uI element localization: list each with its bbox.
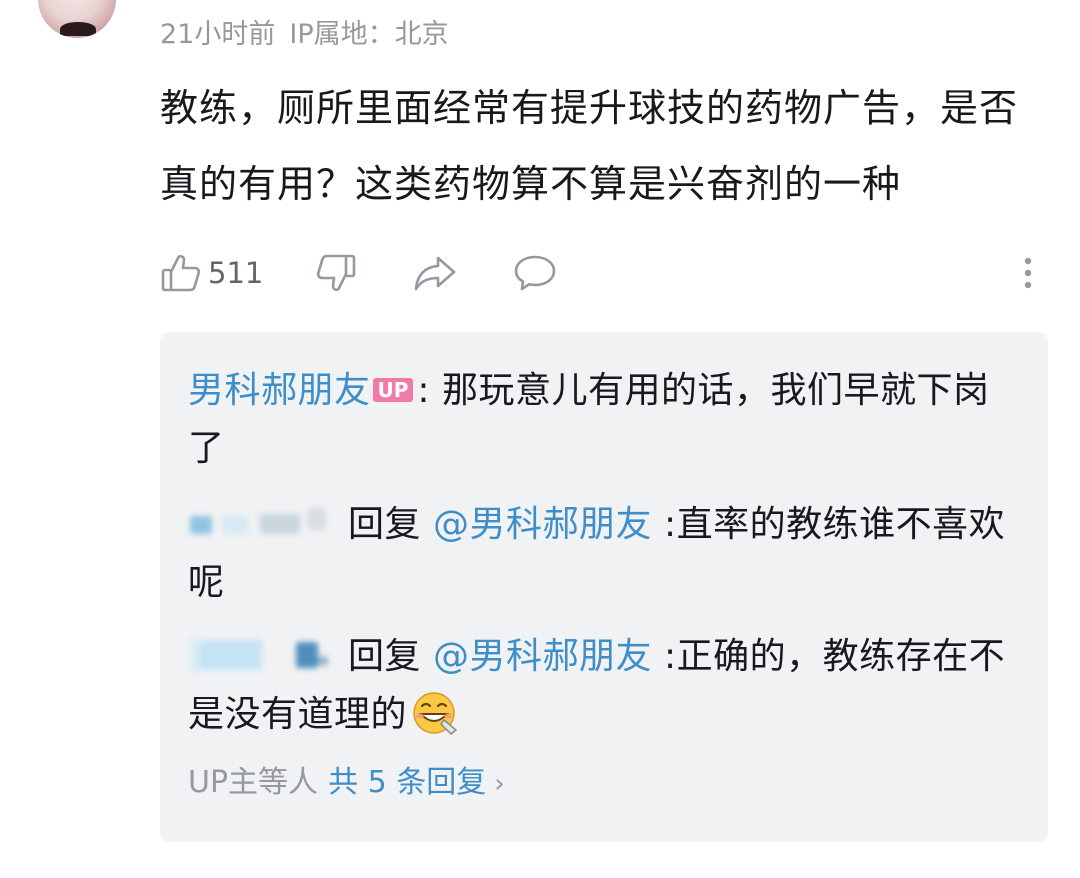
like-button[interactable]: 511: [160, 248, 263, 298]
reply-mention[interactable]: @男科郝朋友: [433, 636, 652, 677]
share-button[interactable]: [412, 248, 458, 298]
comment-actions: 511: [160, 248, 1040, 298]
comment-bubble-icon: [514, 255, 556, 291]
comment-time: 21小时前: [160, 19, 276, 50]
share-icon: [414, 256, 456, 291]
reply-item: 男科郝朋友 UP: 那玩意儿有用的话，我们早就下岗了: [188, 362, 1008, 478]
reply-word: 回复: [348, 504, 422, 545]
comment-meta: 21小时前 IP属地：北京: [160, 12, 449, 51]
comment-ip-location: IP属地：北京: [289, 19, 449, 50]
blurred-username[interactable]: [188, 502, 338, 542]
more-replies-row[interactable]: UP主等人共 5 条回复 ›: [188, 760, 505, 807]
reply-mention[interactable]: @男科郝朋友: [433, 504, 652, 545]
thumb-up-icon: [161, 254, 201, 292]
more-replies-prefix: UP主等人: [188, 765, 319, 800]
blurred-username[interactable]: [188, 634, 338, 674]
more-vertical-icon: [1024, 257, 1032, 289]
more-replies-link[interactable]: 共 5 条回复: [328, 765, 486, 800]
reply-username[interactable]: 男科郝朋友: [188, 370, 371, 411]
like-count: 511: [208, 256, 264, 290]
thumb-down-icon: [316, 254, 356, 292]
reply-section: 男科郝朋友 UP: 那玩意儿有用的话，我们早就下岗了 回复 @男科郝朋友 :直率的…: [160, 332, 1048, 842]
up-badge: UP: [372, 378, 414, 402]
chevron-right-icon: ›: [494, 769, 505, 799]
reply-item: 回复 @男科郝朋友 :直率的教练谁不喜欢呢: [188, 496, 1008, 612]
reply-item: 回复 @男科郝朋友 :正确的，教练存在不是没有道理的: [188, 628, 1008, 744]
more-options-button[interactable]: [1022, 248, 1034, 298]
user-avatar[interactable]: [38, 0, 116, 38]
dislike-button[interactable]: [315, 248, 357, 298]
reply-word: 回复: [348, 636, 422, 677]
reply-button[interactable]: [513, 248, 557, 298]
comment-text: 教练，厕所里面经常有提升球技的药物广告，是否真的有用？这类药物算不算是兴奋剂的一…: [160, 86, 1019, 206]
grinning-emoji-icon: [411, 690, 461, 736]
